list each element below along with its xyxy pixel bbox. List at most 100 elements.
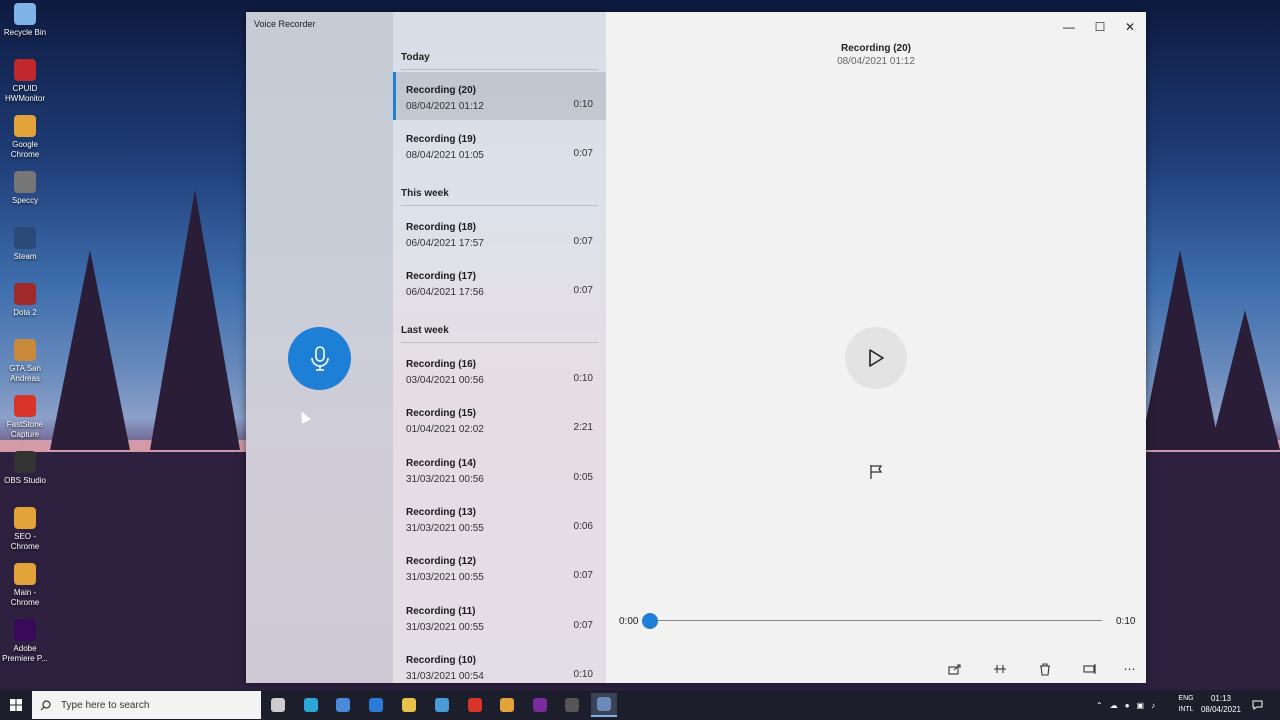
search-icon (40, 699, 51, 710)
current-recording-date: 08/04/2021 01:12 (837, 56, 915, 67)
recording-list-item[interactable]: Recording (15) 01/04/2021 02:02 2:21 (393, 395, 606, 443)
desktop-icon[interactable]: SEO - Chrome (2, 507, 48, 552)
premiere-icon (533, 698, 547, 712)
desktop-icon[interactable]: Main - Chrome (2, 563, 48, 608)
more-options-button[interactable]: ⋯ (1120, 660, 1140, 678)
add-marker-button[interactable] (869, 464, 883, 483)
search-placeholder: Type here to search (61, 699, 150, 711)
volume-icon[interactable]: ♪ (1151, 701, 1155, 710)
recording-name: Recording (18) (406, 222, 477, 233)
taskbar-app-obs[interactable] (559, 693, 585, 717)
keyboard-layout: INTL (1178, 706, 1194, 713)
taskbar-app-store[interactable] (330, 693, 356, 717)
microphone-tray-icon[interactable]: ● (1125, 701, 1130, 710)
taskbar-app-edge[interactable] (298, 693, 324, 717)
share-button[interactable] (945, 660, 965, 678)
desktop-icon-label: GTA San Andreas (9, 364, 41, 383)
recording-list-item[interactable]: Recording (18) 06/04/2021 17:57 0:07 (393, 209, 606, 257)
desktop-icon[interactable]: Dota 2 (2, 283, 48, 318)
notification-icon (1252, 700, 1263, 710)
taskbar-app-task-view[interactable] (265, 693, 291, 717)
recording-list-item[interactable]: Recording (11) 31/03/2021 00:55 0:07 (393, 593, 606, 641)
desktop-icon[interactable]: Adobe Premiere P... (2, 619, 48, 664)
recording-name: Recording (20) (406, 85, 477, 96)
taskbar-app-premiere[interactable] (527, 693, 553, 717)
taskbar-app-photos[interactable] (429, 693, 455, 717)
mail-icon (369, 698, 383, 712)
obs-icon (565, 698, 579, 712)
desktop-icon[interactable]: GTA San Andreas (2, 339, 48, 384)
desktop-icon-label: Recycle Bin (3, 28, 47, 37)
app-icon (14, 563, 36, 585)
start-button[interactable] (0, 690, 32, 720)
desktop-icon[interactable]: Speccy (2, 171, 48, 206)
taskbar: Type here to search ⌃ ☁ ● ▣ ♪ ENG INTL 0… (0, 690, 1280, 720)
trim-button[interactable] (990, 660, 1010, 678)
desktop-icon[interactable]: Google Chrome (2, 115, 48, 160)
record-button[interactable] (288, 327, 351, 390)
recording-list-item[interactable]: Recording (17) 06/04/2021 17:56 0:07 (393, 258, 606, 306)
network-icon[interactable]: ▣ (1137, 701, 1145, 710)
input-language[interactable]: ENG INTL (1176, 693, 1196, 715)
app-icon (14, 451, 36, 473)
file-explorer-icon (402, 698, 416, 712)
language-code: ENG (1178, 695, 1194, 702)
windows-logo-icon (10, 699, 22, 711)
app-icon (14, 283, 36, 305)
seek-thumb[interactable] (642, 613, 658, 629)
chevron-up-icon[interactable]: ⌃ (1096, 701, 1103, 710)
delete-button[interactable] (1035, 660, 1055, 678)
taskbar-app-faststone[interactable] (462, 693, 488, 717)
rename-button[interactable] (1080, 660, 1100, 678)
recording-list-item[interactable]: Recording (13) 31/03/2021 00:55 0:06 (393, 494, 606, 542)
minimize-button[interactable]: — (1054, 16, 1084, 38)
app-icon (14, 619, 36, 641)
taskbar-app-file-explorer[interactable] (396, 693, 422, 717)
seek-track[interactable] (650, 620, 1102, 621)
onedrive-icon[interactable]: ☁ (1110, 701, 1118, 710)
desktop-icon-label: CPUID HWMonitor (4, 84, 45, 103)
taskbar-app-voice-recorder[interactable] (591, 693, 617, 717)
recording-duration: 0:07 (573, 570, 593, 582)
maximize-button[interactable]: ☐ (1085, 16, 1115, 38)
voice-recorder-window: Voice Recorder Today Recording (20) 08/04/… (246, 12, 1146, 683)
close-button[interactable]: ✕ (1115, 16, 1145, 38)
recording-name: Recording (14) (406, 457, 477, 469)
app-icon (14, 507, 36, 529)
taskbar-search-box[interactable]: Type here to search (32, 691, 261, 719)
app-icon (14, 171, 36, 193)
recording-list-item[interactable]: Recording (19) 08/04/2021 01:05 0:07 (393, 121, 606, 169)
recording-list-item[interactable]: Recording (14) 31/03/2021 00:56 0:05 (393, 445, 606, 493)
recording-date: 31/03/2021 00:55 (406, 522, 484, 534)
recording-date: 31/03/2021 00:55 (406, 572, 484, 584)
desktop-icon[interactable]: Steam (2, 227, 48, 262)
taskbar-app-chrome[interactable] (494, 693, 520, 717)
play-button[interactable] (845, 327, 907, 389)
recordings-list: Today Recording (20) 08/04/2021 01:12 0:10 R… (393, 12, 606, 683)
desktop-icon[interactable]: OBS Studio (2, 451, 48, 486)
recording-date: 01/04/2021 02:02 (406, 424, 484, 436)
desktop-icon[interactable]: Recycle Bin (2, 3, 48, 38)
recording-date: 31/03/2021 00:54 (406, 670, 484, 682)
desktop-icon-label: Speccy (11, 196, 39, 205)
recording-list-item[interactable]: Recording (16) 03/04/2021 00:56 0:10 (393, 346, 606, 394)
recording-name: Recording (12) (406, 556, 477, 568)
notification-button[interactable] (1252, 690, 1263, 720)
elapsed-time: 0:00 (619, 616, 639, 627)
desktop-icon-label: Google Chrome (10, 140, 40, 159)
group-header: This week (401, 188, 598, 206)
desktop-icon[interactable]: CPUID HWMonitor (2, 59, 48, 104)
rename-icon (1083, 664, 1096, 674)
recording-list-item[interactable]: Recording (10) 31/03/2021 00:54 0:10 (393, 642, 606, 683)
recording-name: Recording (11) (406, 605, 476, 617)
recording-list-item[interactable]: Recording (20) 08/04/2021 01:12 0:10 (393, 72, 606, 120)
record-pane: Voice Recorder (246, 12, 393, 683)
taskbar-app-mail[interactable] (363, 693, 389, 717)
total-duration: 0:10 (1116, 616, 1136, 627)
desktop-icon-label: OBS Studio (4, 476, 46, 485)
taskbar-clock[interactable]: 01:13 08/04/2021 (1196, 693, 1246, 715)
recording-list-item[interactable]: Recording (12) 31/03/2021 00:55 0:07 (393, 543, 606, 591)
desktop-icon-label: SEO - Chrome (10, 532, 40, 551)
desktop-icon[interactable]: FastStone Capture (2, 395, 48, 440)
chrome-icon (500, 698, 514, 712)
